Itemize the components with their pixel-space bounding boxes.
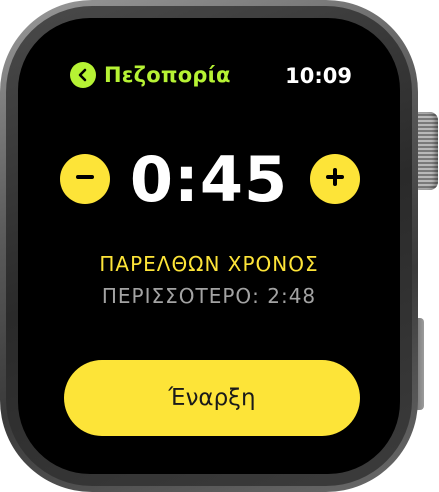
duration-stepper: 0:45 — [18, 142, 400, 218]
status-bar: Πεζοπορία 10:09 — [18, 18, 400, 98]
elapsed-time-label: ΠΑΡΕΛΘΩΝ ΧΡΟΝΟΣ — [99, 252, 319, 276]
clock-time: 10:09 — [285, 64, 352, 88]
back-button[interactable]: Πεζοπορία — [70, 62, 231, 88]
increase-button[interactable] — [310, 154, 360, 204]
watch-screen: Πεζοπορία 10:09 0:45 ΠΑΡΕΛΘΩΝ ΧΡΟΝΟΣ ΠΕΡ… — [18, 18, 400, 474]
start-button-label: Έναρξη — [168, 385, 256, 411]
start-button[interactable]: Έναρξη — [64, 360, 360, 436]
watch-device: Πεζοπορία 10:09 0:45 ΠΑΡΕΛΘΩΝ ΧΡΟΝΟΣ ΠΕΡ… — [0, 0, 439, 492]
plus-icon — [323, 165, 347, 193]
app-title: Πεζοπορία — [104, 63, 231, 87]
chevron-left-icon — [70, 62, 96, 88]
remaining-time-text: ΠΕΡΙΣΣΟΤΕΡΟ: 2:48 — [101, 284, 317, 308]
